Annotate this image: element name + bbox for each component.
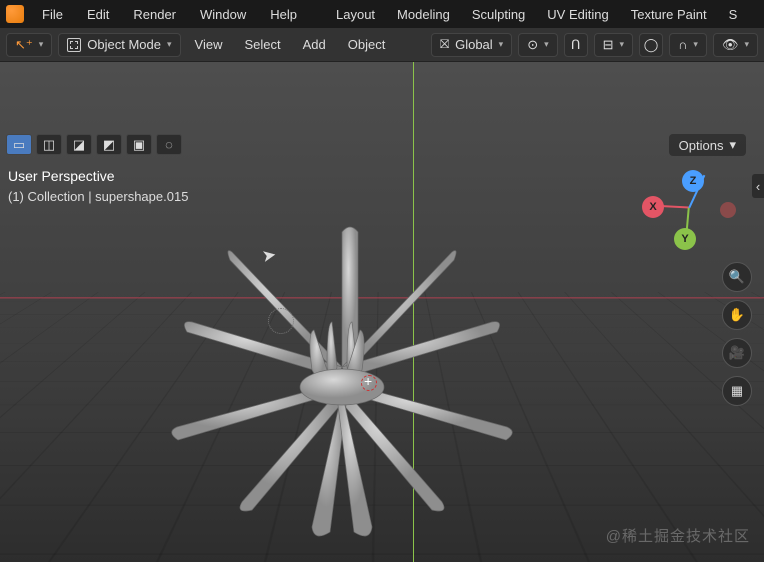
cursor-tool-dropdown[interactable]: ↖⁺ ▾ bbox=[6, 33, 52, 57]
eye-icon: 👁 bbox=[722, 37, 739, 53]
orientation-dropdown[interactable]: ⛝ Global ▾ bbox=[431, 33, 512, 57]
pan-button[interactable]: ✋ bbox=[722, 300, 752, 330]
menu-edit[interactable]: Edit bbox=[77, 3, 119, 26]
viewport-3d[interactable]: ➤ ▭ ◫ ◪ ◩ ▣ ◌ Options ▾ User Perspective… bbox=[0, 62, 764, 562]
camera-view-button[interactable]: 🎥 bbox=[722, 338, 752, 368]
hand-icon: ✋ bbox=[729, 307, 745, 323]
zoom-button[interactable]: 🔍 bbox=[722, 262, 752, 292]
select-intersect-icon: ◩ bbox=[103, 137, 115, 153]
menu-object[interactable]: Object bbox=[340, 33, 394, 56]
select-box-tool[interactable]: ▭ bbox=[6, 134, 32, 155]
pivot-icon: ⊙ bbox=[527, 37, 538, 53]
menu-window[interactable]: Window bbox=[190, 3, 256, 26]
chevron-down-icon: ▾ bbox=[729, 137, 736, 153]
axes-icon: ⛝ bbox=[440, 37, 449, 52]
options-dropdown[interactable]: Options ▾ bbox=[669, 134, 746, 156]
select-lasso-icon: ◌ bbox=[165, 137, 173, 152]
chevron-down-icon: ▾ bbox=[499, 39, 504, 50]
falloff-icon: ∩ bbox=[678, 37, 687, 52]
options-label: Options bbox=[679, 138, 724, 153]
proportional-edit-toggle[interactable]: ◯ bbox=[639, 33, 663, 57]
tab-modeling[interactable]: Modeling bbox=[386, 3, 461, 26]
grid-icon: ▦ bbox=[731, 383, 743, 399]
app-logo-icon bbox=[6, 5, 24, 23]
mouse-cursor-icon: ➤ bbox=[260, 245, 278, 267]
select-extend-tool[interactable]: ◫ bbox=[36, 134, 62, 155]
select-intersect-tool[interactable]: ◩ bbox=[96, 134, 122, 155]
camera-icon: 🎥 bbox=[729, 345, 745, 361]
chevron-down-icon: ▾ bbox=[744, 39, 749, 50]
select-box-icon: ▭ bbox=[13, 137, 25, 153]
snap-dropdown[interactable]: ⊟▾ bbox=[594, 33, 633, 57]
select-invert-icon: ▣ bbox=[133, 137, 145, 153]
context-label: (1) Collection | supershape.015 bbox=[8, 187, 188, 207]
visibility-dropdown[interactable]: 👁▾ bbox=[713, 33, 758, 57]
cursor-icon: ↖⁺ bbox=[15, 37, 33, 53]
floor-grid bbox=[0, 292, 764, 562]
object-mode-icon bbox=[67, 38, 81, 52]
perspective-toggle-button[interactable]: ▦ bbox=[722, 376, 752, 406]
chevron-down-icon: ▾ bbox=[544, 39, 549, 50]
perspective-label: User Perspective bbox=[8, 166, 188, 187]
axis-x-line bbox=[0, 297, 764, 298]
select-invert-tool[interactable]: ▣ bbox=[126, 134, 152, 155]
zoom-icon: 🔍 bbox=[729, 269, 745, 285]
menu-view[interactable]: View bbox=[187, 33, 231, 56]
chevron-down-icon: ▾ bbox=[167, 39, 172, 50]
watermark-text: @稀土掘金技术社区 bbox=[606, 525, 750, 546]
tab-sculpting[interactable]: Sculpting bbox=[461, 3, 536, 26]
menu-add[interactable]: Add bbox=[295, 33, 334, 56]
chevron-left-icon: ‹ bbox=[756, 179, 760, 194]
proportional-icon: ◯ bbox=[644, 37, 659, 53]
gizmo-y-handle[interactable]: Y bbox=[674, 228, 696, 250]
tab-layout[interactable]: Layout bbox=[325, 3, 386, 26]
orientation-label: Global bbox=[455, 37, 493, 52]
gizmo-neg-x-handle[interactable] bbox=[720, 202, 736, 218]
menu-select[interactable]: Select bbox=[236, 33, 288, 56]
empty-sphere-icon bbox=[268, 308, 294, 334]
tab-uv-editing[interactable]: UV Editing bbox=[536, 3, 619, 26]
tab-more[interactable]: S bbox=[718, 3, 749, 26]
snap-increment-icon: ⊟ bbox=[603, 37, 614, 53]
cursor-3d-icon bbox=[358, 372, 380, 394]
snap-toggle[interactable]: ᑎ bbox=[564, 33, 588, 57]
gizmo-z-handle[interactable]: Z bbox=[682, 170, 704, 192]
n-panel-toggle[interactable]: ‹ bbox=[752, 174, 764, 198]
select-subtract-tool[interactable]: ◪ bbox=[66, 134, 92, 155]
axis-y-line bbox=[413, 62, 415, 562]
menu-help[interactable]: Help bbox=[260, 3, 307, 26]
menu-render[interactable]: Render bbox=[123, 3, 186, 26]
chevron-down-icon: ▾ bbox=[620, 39, 625, 50]
select-lasso-tool[interactable]: ◌ bbox=[156, 134, 182, 155]
chevron-down-icon: ▾ bbox=[693, 39, 698, 50]
mode-dropdown[interactable]: Object Mode ▾ bbox=[58, 33, 180, 57]
tab-texture-paint[interactable]: Texture Paint bbox=[620, 3, 718, 26]
pivot-dropdown[interactable]: ⊙▾ bbox=[518, 33, 557, 57]
chevron-down-icon: ▾ bbox=[39, 39, 44, 50]
select-subtract-icon: ◪ bbox=[73, 137, 85, 153]
menu-file[interactable]: File bbox=[32, 3, 73, 26]
mode-label: Object Mode bbox=[87, 37, 161, 52]
proportional-dropdown[interactable]: ∩▾ bbox=[669, 33, 707, 57]
select-extend-icon: ◫ bbox=[43, 137, 55, 153]
magnet-icon: ᑎ bbox=[571, 37, 581, 53]
gizmo-x-handle[interactable]: X bbox=[642, 196, 664, 218]
orientation-gizmo[interactable]: X Y Z bbox=[644, 162, 734, 252]
